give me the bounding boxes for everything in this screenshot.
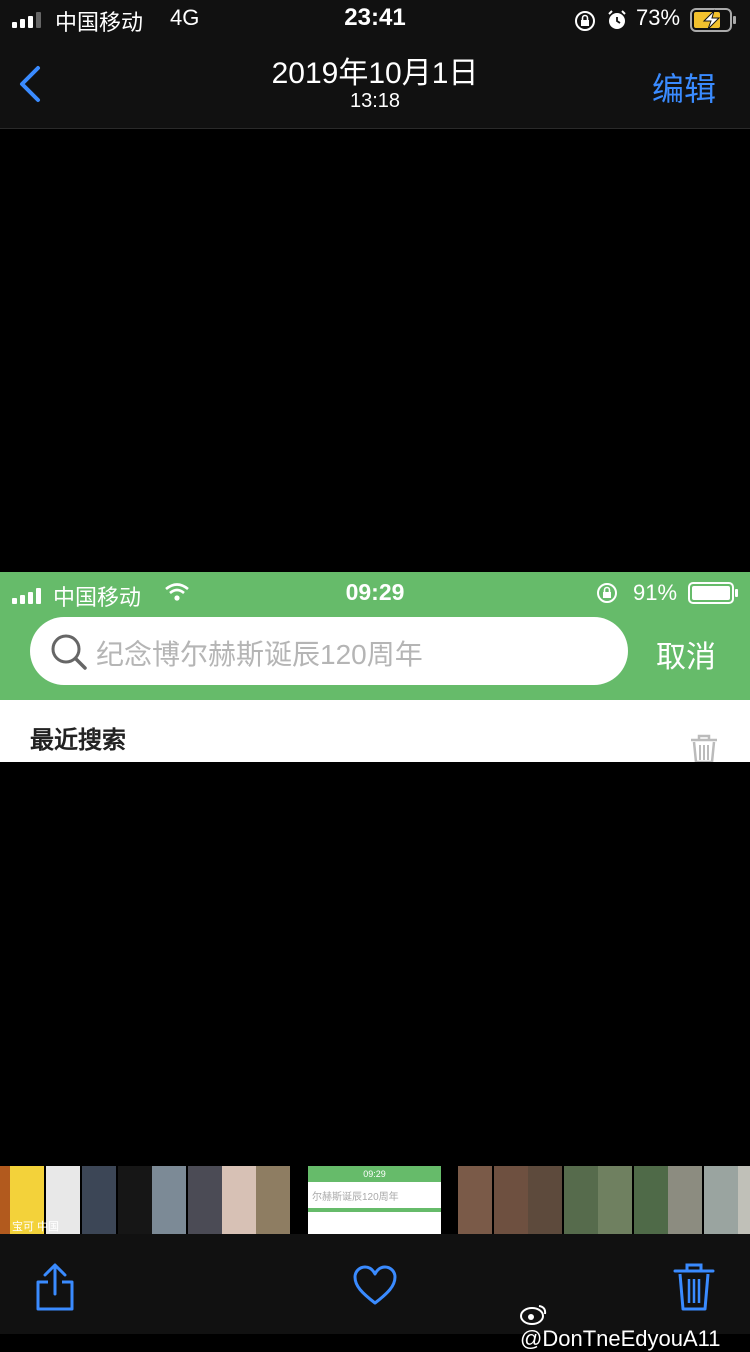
search-icon — [51, 634, 87, 670]
nav-bar: 2019年10月1日 13:18 编辑 — [0, 40, 750, 129]
thumbnail[interactable] — [118, 1166, 152, 1234]
search-placeholder: 纪念博尔赫斯诞辰120周年 — [96, 639, 423, 670]
status-bar: 中国移动 4G 23:41 73% — [0, 0, 750, 40]
cancel-button: 取消 — [656, 641, 716, 674]
battery-icon — [688, 582, 738, 604]
thumbnail[interactable] — [494, 1166, 528, 1234]
embedded-header: 中国移动 09:29 91% 纪念博尔赫斯诞辰120周年 — [0, 572, 750, 700]
battery-percent: 73% — [636, 5, 681, 30]
thumbnail[interactable] — [564, 1166, 598, 1234]
alarm-icon — [608, 10, 626, 29]
thumbnail[interactable] — [256, 1166, 290, 1234]
thumbnail[interactable] — [188, 1166, 222, 1234]
thumbnail[interactable] — [0, 1166, 10, 1234]
watermark-text: @DonTneEdyouA11 — [520, 1326, 721, 1351]
battery-charging-icon — [690, 8, 736, 32]
thumbnail-strip[interactable]: 09:29 尔赫斯诞辰120周年 — [0, 1166, 750, 1234]
trash-icon — [691, 734, 717, 762]
thumbnail[interactable] — [668, 1166, 702, 1234]
share-icon[interactable] — [34, 1262, 76, 1312]
thumbnail[interactable] — [82, 1166, 116, 1234]
weibo-icon — [520, 1305, 547, 1326]
thumbnail[interactable] — [598, 1166, 632, 1234]
active-thumbnail[interactable]: 09:29 尔赫斯诞辰120周年 — [308, 1166, 441, 1234]
thumbnail-text: 尔赫斯诞辰120周年 — [312, 1192, 399, 1203]
thumbnail-time: 09:29 — [308, 1166, 441, 1182]
page-subtitle: 13:18 — [349, 90, 401, 112]
photo-content: 中国移动 09:29 91% 纪念博尔赫斯诞辰120周年 取消 最近搜索 — [0, 572, 750, 762]
heart-icon[interactable] — [352, 1264, 398, 1306]
edit-button[interactable]: 编辑 — [652, 64, 716, 110]
thumbnail[interactable] — [704, 1166, 738, 1234]
thumbnail-caption: 宝可 中国 — [12, 1221, 60, 1233]
thumbnail[interactable] — [222, 1166, 256, 1234]
page-title: 2019年10月1日 — [271, 57, 479, 90]
embedded-battery: 91% — [633, 580, 678, 605]
thumbnail[interactable] — [738, 1166, 750, 1234]
thumbnail[interactable] — [528, 1166, 562, 1234]
recent-search-heading: 最近搜索 — [30, 727, 126, 754]
thumbnail[interactable] — [152, 1166, 186, 1234]
rotation-lock-icon — [597, 583, 617, 603]
rotation-lock-icon — [575, 11, 595, 31]
watermark: @DonTneEdyouA11 — [520, 1300, 750, 1352]
thumbnail[interactable] — [634, 1166, 668, 1234]
search-input[interactable]: 纪念博尔赫斯诞辰120周年 — [30, 617, 628, 685]
thumbnail[interactable] — [458, 1166, 492, 1234]
